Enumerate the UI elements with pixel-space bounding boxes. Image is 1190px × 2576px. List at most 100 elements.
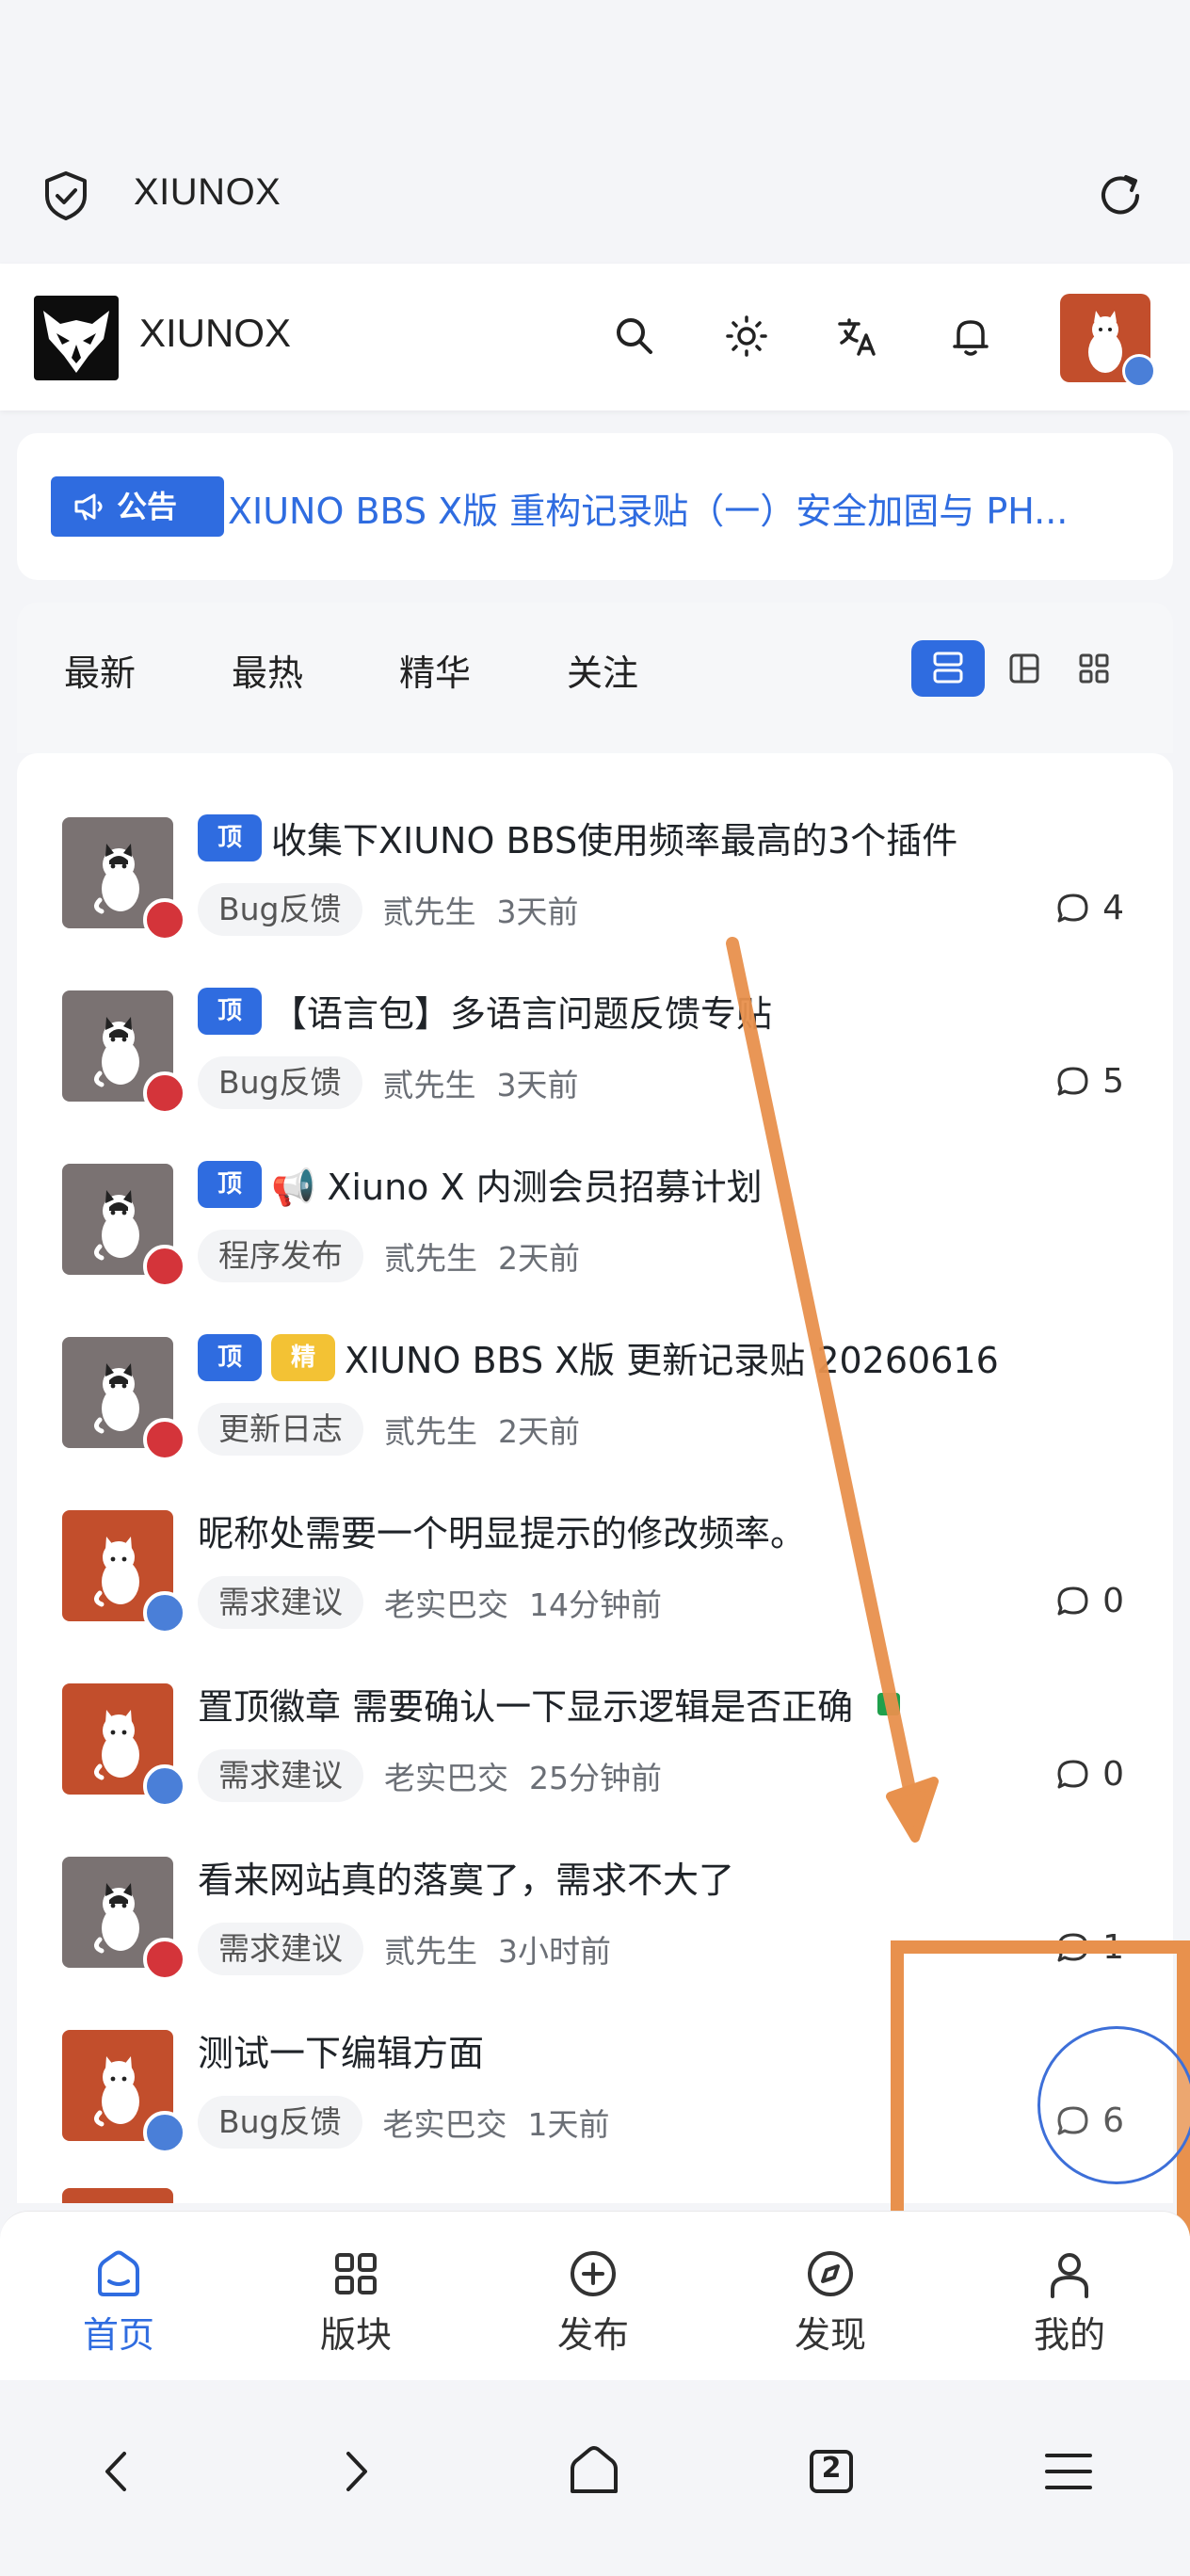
site-security-shield-icon[interactable]	[38, 168, 94, 224]
topic-title[interactable]: 顶精 XIUNO BBS X版 更新记录贴 20260616	[198, 1331, 999, 1383]
bell-icon[interactable]	[945, 311, 996, 362]
tab-hot[interactable]: 最热	[232, 644, 303, 696]
topic-title-text[interactable]: 昵称处需要一个明显提示的修改频率。	[198, 1505, 806, 1556]
author-name[interactable]: 贰先生	[383, 887, 476, 932]
nav-post[interactable]: 发布	[499, 2212, 687, 2381]
reply-count: 0	[1055, 1582, 1124, 1620]
comment-icon	[1057, 1067, 1088, 1095]
topic-title[interactable]: 顶 📢 Xiuno X 内测会员招募计划	[198, 1158, 763, 1210]
topic-title-text[interactable]: 测试一下编辑方面	[198, 2024, 484, 2076]
translate-icon[interactable]	[832, 311, 883, 362]
list-view-toggle[interactable]	[911, 640, 985, 697]
back-icon[interactable]	[85, 2439, 151, 2504]
author-name[interactable]: 贰先生	[384, 1233, 477, 1279]
topic-title[interactable]: 测试一下编辑方面	[198, 2024, 484, 2076]
site-header: XIUNOX	[0, 264, 1190, 411]
reply-count: 1	[1055, 1928, 1124, 1967]
topic-row[interactable]: 顶收集下XIUNO BBS使用频率最高的3个插件 Bug反馈 贰先生 3天前 4	[17, 753, 1173, 942]
post-time: 3小时前	[498, 1933, 611, 1970]
browser-url[interactable]: XIUNOX	[134, 171, 281, 214]
topic-title-text[interactable]: 收集下XIUNO BBS使用频率最高的3个插件	[271, 812, 957, 863]
tab-featured[interactable]: 精华	[399, 644, 471, 696]
bottom-app-nav: 首页 版块 发布 发现 我的	[0, 2211, 1190, 2380]
grid-icon	[335, 2253, 377, 2294]
card-view-toggle[interactable]	[996, 640, 1053, 697]
announcement-link[interactable]: XIUNO BBS X版 重构记录贴（一）安全加固与 PH...	[228, 482, 1141, 534]
topic-title-text[interactable]: XIUNO BBS X版 更新记录贴 20260616	[345, 1331, 999, 1383]
nav-me-label: 我的	[1033, 2314, 1105, 2356]
tabs-icon[interactable]: 2	[798, 2439, 864, 2504]
topic-title-text[interactable]: 【语言包】多语言问题反馈专贴	[271, 985, 772, 1037]
sun-theme-icon[interactable]	[721, 311, 772, 362]
topic-title[interactable]: 看来网站真的落寞了，需求不大了	[198, 1851, 734, 1903]
nav-home[interactable]: 首页	[24, 2212, 213, 2381]
topic-list: 顶收集下XIUNO BBS使用频率最高的3个插件 Bug反馈 贰先生 3天前 4	[17, 753, 1173, 2203]
announcement-bar[interactable]: 公告 XIUNO BBS X版 重构记录贴（一）安全加固与 PH...	[17, 433, 1173, 580]
floating-action-button[interactable]	[1037, 2026, 1190, 2184]
author-avatar[interactable]	[62, 1857, 186, 1981]
topic-row[interactable]: 顶精 XIUNO BBS X版 更新记录贴 20260616 更新日志 贰先生 2…	[17, 1273, 1173, 1461]
comment-icon	[1057, 894, 1088, 922]
announcement-badge: 公告	[51, 476, 224, 537]
pinned-badge: 顶	[198, 1333, 262, 1381]
reply-count-value: 0	[1102, 1755, 1124, 1794]
author-name[interactable]: 老实巴交	[384, 1753, 508, 1798]
author-name[interactable]: 贰先生	[383, 1060, 476, 1105]
tab-count: 2	[821, 2452, 842, 2485]
compass-icon	[808, 2251, 853, 2296]
topic-title-text[interactable]: 📢 Xiuno X 内测会员招募计划	[271, 1158, 763, 1210]
reply-count-value: 0	[1102, 1582, 1124, 1620]
topic-title[interactable]: 顶【语言包】多语言问题反馈专贴	[198, 985, 772, 1037]
forward-icon[interactable]	[322, 2439, 388, 2504]
topic-row[interactable]: 测试一下编辑方面 Bug反馈 老实巴交 1天前 6	[17, 1966, 1173, 2154]
topic-title[interactable]: 昵称处需要一个明显提示的修改频率。	[198, 1505, 806, 1556]
author-avatar[interactable]	[62, 1164, 186, 1288]
nav-discover[interactable]: 发现	[736, 2212, 925, 2381]
tab-following[interactable]: 关注	[567, 644, 638, 696]
comment-icon	[1057, 1760, 1088, 1788]
topic-row[interactable]: 顶 📢 Xiuno X 内测会员招募计划 程序发布 贰先生 2天前	[17, 1100, 1173, 1288]
author-avatar[interactable]	[62, 1683, 186, 1808]
nav-me[interactable]: 我的	[975, 2212, 1164, 2381]
topic-row[interactable]: 置顶徽章 需要确认一下显示逻辑是否正确 需求建议 老实巴交 25分钟前 0	[17, 1619, 1173, 1808]
browser-nav-bar: 2	[0, 2380, 1190, 2576]
author-avatar[interactable]	[62, 1510, 186, 1634]
reload-icon[interactable]	[1092, 168, 1149, 224]
pinned-badge: 顶	[198, 813, 262, 861]
author-name[interactable]: 贰先生	[384, 1407, 477, 1452]
author-avatar[interactable]	[62, 1337, 186, 1461]
grid-view-toggle[interactable]	[1066, 640, 1122, 697]
menu-icon[interactable]	[1036, 2439, 1102, 2504]
comment-icon	[1057, 1933, 1088, 1961]
reply-count: 0	[1055, 1755, 1124, 1794]
topic-title-text[interactable]: 看来网站真的落寞了，需求不大了	[198, 1851, 734, 1903]
member-badge-icon	[1122, 354, 1156, 388]
browser-address-bar: XIUNOX	[0, 0, 1190, 264]
tab-latest[interactable]: 最新	[64, 644, 136, 696]
category-tag[interactable]: Bug反馈	[198, 2096, 362, 2149]
nav-boards[interactable]: 版块	[262, 2212, 450, 2381]
member-badge-icon	[143, 2111, 186, 2154]
author-avatar[interactable]	[62, 2030, 186, 2154]
nav-post-label: 发布	[556, 2314, 629, 2356]
list-view-icon	[933, 652, 963, 684]
author-name[interactable]: 贰先生	[384, 1926, 477, 1972]
site-name[interactable]: XIUNOX	[139, 311, 291, 356]
author-name[interactable]: 老实巴交	[384, 1580, 508, 1625]
topic-title[interactable]: 顶收集下XIUNO BBS使用频率最高的3个插件	[198, 812, 957, 863]
topic-row[interactable]: 昵称处需要一个明显提示的修改频率。 需求建议 老实巴交 14分钟前 0	[17, 1446, 1173, 1634]
plus-circle-icon	[571, 2251, 616, 2296]
topic-row[interactable]: 看来网站真的落寞了，需求不大了 需求建议 贰先生 3小时前 1	[17, 1793, 1173, 1981]
author-name[interactable]: 老实巴交	[383, 2100, 507, 2145]
topic-title[interactable]: 置顶徽章 需要确认一下显示逻辑是否正确	[198, 1678, 901, 1730]
search-icon[interactable]	[609, 311, 660, 362]
user-avatar[interactable]	[1060, 294, 1156, 388]
author-avatar[interactable]	[62, 990, 186, 1115]
topic-title-text[interactable]: 置顶徽章 需要确认一下显示逻辑是否正确	[198, 1678, 853, 1730]
author-avatar[interactable]	[62, 817, 186, 942]
home-page-icon[interactable]	[561, 2439, 627, 2504]
site-logo[interactable]	[34, 296, 119, 380]
grid-view-icon	[1079, 653, 1109, 684]
nav-discover-label: 发现	[794, 2314, 866, 2356]
topic-row[interactable]: 顶【语言包】多语言问题反馈专贴 Bug反馈 贰先生 3天前 5	[17, 926, 1173, 1115]
